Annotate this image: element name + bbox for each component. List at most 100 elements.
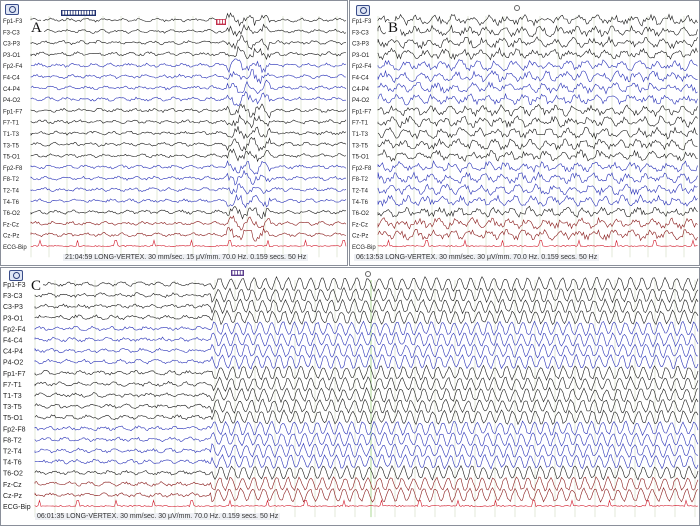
channel-label: T3-T5 bbox=[3, 143, 20, 149]
channel-label: Fp1-F7 bbox=[3, 109, 23, 115]
eeg-trace bbox=[30, 114, 347, 129]
eeg-trace bbox=[377, 46, 698, 61]
eeg-panel-b: Fp1-F3 F3-C3 C3-P3 P3-O1 Fp2-F4 F4-C4 C4-P4 P4-… bbox=[349, 0, 700, 266]
eeg-trace bbox=[34, 464, 699, 481]
channel-label: Cz-Pz bbox=[352, 234, 368, 240]
channel-label: P3-O1 bbox=[3, 315, 23, 322]
eeg-trace bbox=[30, 169, 347, 186]
channel-label: Fp1-F7 bbox=[352, 109, 372, 115]
channel-label: P3-O1 bbox=[352, 53, 370, 59]
channel-label: T1-T3 bbox=[352, 132, 369, 138]
montage-view-icon[interactable] bbox=[5, 4, 19, 15]
panel-label: A bbox=[29, 20, 44, 36]
eeg-trace-area-c: Fp1-F3 F3-C3 C3-P3 P3-O1 Fp2-F4 F4-C4 C4-P4 P4-… bbox=[3, 276, 699, 518]
channel-label: F7-T1 bbox=[3, 382, 22, 389]
event-marker[interactable]: ▮▮▮ bbox=[216, 19, 227, 25]
channel-label: C4-P4 bbox=[3, 349, 23, 356]
channel-label: T2-T4 bbox=[3, 189, 20, 195]
channel-label: T5-O1 bbox=[3, 415, 23, 422]
channel-label: Fp2-F8 bbox=[352, 166, 372, 172]
eeg-trace bbox=[377, 205, 698, 218]
channel-label: P4-O2 bbox=[352, 98, 370, 104]
eeg-trace bbox=[30, 91, 346, 107]
event-marker[interactable]: ▮▮▮▮ bbox=[231, 270, 245, 276]
panel-label: C bbox=[29, 278, 44, 294]
eeg-trace bbox=[30, 160, 347, 175]
channel-label: P4-O2 bbox=[3, 360, 23, 367]
channel-label: T6-O2 bbox=[3, 471, 23, 478]
channel-label: F3-C3 bbox=[352, 30, 369, 36]
channel-label: F3-C3 bbox=[3, 30, 20, 36]
channel-label: F8-T2 bbox=[3, 437, 22, 444]
time-cursor-icon[interactable] bbox=[514, 5, 520, 11]
eeg-trace bbox=[34, 487, 699, 503]
eeg-trace bbox=[34, 431, 699, 448]
channel-label: Cz-Pz bbox=[3, 234, 19, 240]
eeg-trace bbox=[30, 239, 347, 247]
recording-status-bar: 21:04:59 LONG-VERTEX. 30 mm/sec. 15 μV/m… bbox=[63, 254, 309, 261]
eeg-trace bbox=[30, 126, 347, 140]
channel-label: C3-P3 bbox=[3, 42, 21, 48]
channel-label: F7-T1 bbox=[352, 121, 369, 127]
channel-label: F4-C4 bbox=[3, 76, 20, 82]
eeg-trace bbox=[34, 386, 699, 404]
montage-view-icon[interactable] bbox=[9, 270, 23, 281]
eeg-trace bbox=[377, 160, 698, 174]
eeg-trace bbox=[34, 287, 699, 304]
channel-label: ECG-Bip bbox=[3, 245, 27, 251]
channel-label: F7-T1 bbox=[3, 121, 20, 127]
eeg-trace bbox=[377, 104, 698, 118]
eeg-trace bbox=[30, 205, 347, 220]
channel-label: C3-P3 bbox=[3, 304, 23, 311]
channel-label: F8-T2 bbox=[352, 177, 369, 183]
eeg-trace bbox=[377, 126, 698, 140]
eeg-trace bbox=[34, 442, 699, 459]
eeg-trace bbox=[30, 79, 347, 95]
eeg-trace bbox=[34, 342, 699, 359]
channel-label: C4-P4 bbox=[3, 87, 21, 93]
channel-label: T1-T3 bbox=[3, 132, 20, 138]
channel-label: C4-P4 bbox=[352, 87, 370, 93]
channel-label: T4-T6 bbox=[3, 200, 20, 206]
channel-label: T4-T6 bbox=[3, 460, 22, 467]
channel-label: Fz-Cz bbox=[3, 482, 22, 489]
channel-label: T2-T4 bbox=[3, 449, 22, 456]
channel-label: Fp1-F7 bbox=[3, 371, 26, 378]
channel-label: ECG-Bip bbox=[352, 245, 376, 251]
eeg-trace bbox=[377, 216, 698, 230]
eeg-trace bbox=[377, 137, 698, 151]
eeg-trace bbox=[30, 215, 347, 231]
eeg-trace bbox=[34, 499, 699, 508]
channel-label: T6-O2 bbox=[352, 211, 370, 217]
channel-label: F3-C3 bbox=[3, 293, 23, 300]
recording-status-bar: 06:01:35 LONG-VERTEX. 30 mm/sec. 30 μV/m… bbox=[35, 513, 281, 520]
eeg-trace bbox=[34, 420, 699, 437]
eeg-trace bbox=[34, 331, 699, 348]
eeg-trace bbox=[377, 115, 698, 129]
eeg-trace bbox=[377, 35, 698, 50]
eeg-trace bbox=[30, 183, 347, 195]
channel-label: P4-O2 bbox=[3, 98, 21, 104]
channel-label: T1-T3 bbox=[3, 393, 22, 400]
channel-label: T3-T5 bbox=[352, 143, 369, 149]
channel-label: ECG-Bip bbox=[3, 504, 31, 511]
eeg-trace bbox=[377, 13, 698, 27]
channel-label: Fp1-F3 bbox=[352, 19, 372, 25]
channel-label: F4-C4 bbox=[3, 338, 23, 345]
time-cursor-icon[interactable] bbox=[365, 271, 371, 277]
channel-label: Fp2-F4 bbox=[352, 64, 372, 70]
eeg-trace bbox=[377, 194, 698, 207]
channel-label: Fp2-F4 bbox=[3, 326, 26, 333]
eeg-trace bbox=[30, 193, 347, 209]
channel-label: F4-C4 bbox=[352, 76, 369, 82]
eeg-trace bbox=[34, 375, 699, 392]
eeg-panel-a: Fp1-F3 F3-C3 C3-P3 P3-O1 Fp2-F4 F4-C4 C4-P4 P4-… bbox=[0, 0, 348, 266]
eeg-trace bbox=[377, 183, 698, 197]
channel-label: Fp1-F3 bbox=[3, 282, 26, 289]
eeg-trace bbox=[30, 103, 347, 119]
channel-label: Fp2-F8 bbox=[3, 166, 23, 172]
channel-label: Fp2-F8 bbox=[3, 426, 26, 433]
eeg-trace bbox=[377, 24, 698, 38]
montage-view-icon[interactable] bbox=[356, 5, 370, 16]
eeg-trace bbox=[30, 45, 347, 61]
